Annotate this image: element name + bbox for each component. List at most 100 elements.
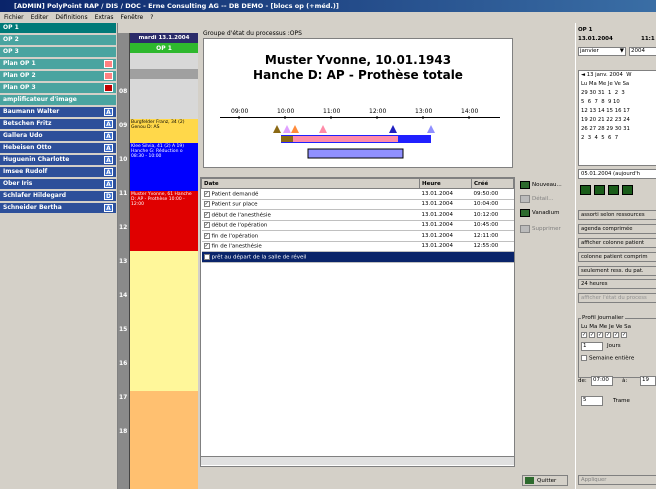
day-column[interactable]: OP 1 Burgfelder Franz, 34 (2) Genou D: AS… (130, 43, 198, 489)
prep-bar[interactable] (281, 136, 293, 142)
table-row[interactable]: ✓ début de l'anesthésie 13.01.2004 10:12:00 (201, 209, 514, 221)
resource-item[interactable]: Schneider Bertha A (0, 203, 116, 213)
day-checkbox[interactable]: ✓ (605, 332, 611, 338)
resource-item[interactable]: OP 3 (0, 47, 116, 57)
event-marker[interactable] (389, 125, 397, 133)
day-checkbox[interactable]: ✓ (621, 332, 627, 338)
menu-item-3[interactable]: Extras (95, 14, 114, 21)
option-button[interactable]: afficher colonne patient (578, 238, 656, 248)
cell-date (419, 251, 472, 263)
apply-button[interactable]: Appliquer (578, 475, 656, 485)
appointment-block[interactable]: Klee Silvia, 41 (2) A 19) Hanche G: Rédu… (130, 143, 198, 191)
view-toggle-icon[interactable] (622, 185, 633, 195)
resource-item[interactable]: Plan OP 2 (0, 71, 116, 81)
from-time-field[interactable]: 07:00 (591, 376, 613, 386)
event-marker[interactable] (273, 125, 281, 133)
option-button[interactable]: colonne patient comprim (578, 252, 656, 262)
option-button[interactable]: seulement ress. du pat. (578, 266, 656, 276)
day-checkbox[interactable]: ✓ (597, 332, 603, 338)
day-checkbox[interactable]: ✓ (581, 332, 587, 338)
calendar-week[interactable]: 29 30 31 1 2 3 (581, 89, 656, 98)
detail-button[interactable]: Détail... (520, 194, 568, 205)
resource-item[interactable]: Plan OP 3 (0, 83, 116, 93)
week-checkbox[interactable]: Semaine entière (581, 355, 634, 362)
menu-item-0[interactable]: Fichier (4, 14, 24, 21)
checkbox-icon[interactable]: ✓ (203, 211, 210, 218)
checkbox-icon[interactable]: ✓ (203, 243, 210, 249)
group-label: Groupe d'état du processus :OPS (203, 30, 302, 37)
appointment-block[interactable]: Muster Yvonne, 61 Hanche D: AP - Prothès… (130, 191, 198, 251)
option-button[interactable]: 24 heures (578, 279, 656, 289)
table-row[interactable]: ✓ Patient sur place 13.01.2004 10:04:00 (201, 199, 514, 210)
horizontal-scrollbar[interactable] (201, 456, 514, 465)
resource-item[interactable]: Betschen Fritz A (0, 119, 116, 129)
trame-stepper[interactable]: 5 (581, 396, 603, 406)
resource-item[interactable]: Gallera Udo A (0, 131, 116, 141)
menu-item-2[interactable]: Définitions (55, 14, 87, 21)
appointment-block[interactable]: Burgfelder Franz, 34 (2) Genou D: AS (130, 119, 198, 143)
resource-item[interactable]: OP 2 (0, 35, 116, 45)
month-calendar[interactable]: ◄ 13 janv. 2004 W Lu Ma Me Je Ve Sa 29 30 … (578, 70, 656, 166)
hour-label: 10 (119, 156, 128, 163)
option-button[interactable]: afficher l'état du process (578, 293, 656, 303)
year-field[interactable]: 2004 (629, 47, 656, 56)
delete-button[interactable]: Supprimer (520, 224, 568, 235)
view-toggle-icon[interactable] (608, 185, 619, 195)
resource-item[interactable]: Hebeisen Otto A (0, 143, 116, 153)
table-row[interactable]: ✓ début de l'opération 13.01.2004 10:45:00 (201, 220, 514, 231)
table-row[interactable]: ✓ fin de l'anesthésie 13.01.2004 12:55:00 (201, 241, 514, 252)
event-marker[interactable] (319, 125, 327, 133)
month-select[interactable]: janvier ▼ (578, 47, 626, 56)
calendar-header[interactable]: ◄ 13 janv. 2004 W (581, 71, 656, 80)
table-row[interactable]: prêt au départ de la salle de réveil (201, 251, 514, 263)
checkbox-icon[interactable]: ✓ (203, 222, 210, 228)
resource-item[interactable]: Plan OP 1 (0, 59, 116, 69)
event-marker[interactable] (427, 125, 435, 133)
event-marker[interactable] (283, 125, 291, 133)
resource-item[interactable]: amplificateur d'image (0, 95, 116, 105)
checkbox-icon[interactable]: ✓ (203, 232, 210, 239)
day-checkbox[interactable]: ✓ (613, 332, 619, 338)
checkbox-icon[interactable]: ✓ (203, 201, 210, 207)
operation-bar[interactable] (293, 136, 398, 142)
table-row[interactable]: ✓ Patient demandé 13.01.2004 09:50:00 (201, 188, 514, 200)
calendar-week[interactable]: 26 27 28 29 30 31 (581, 125, 656, 134)
calendar-week[interactable]: 5 6 7 8 9 10 (581, 98, 656, 107)
new-button[interactable]: Nouveau... (520, 180, 568, 191)
to-time-field[interactable]: 19 (640, 376, 656, 386)
day-checkbox[interactable]: ✓ (589, 332, 595, 338)
option-button[interactable]: agenda comprimée (578, 224, 656, 234)
tick-label: 10:00 (277, 108, 294, 115)
option-button[interactable]: assorti selon ressources (578, 210, 656, 220)
process-table[interactable]: Date Heure Créé ✓ Patient demandé 13.01.20… (200, 177, 515, 467)
checkbox-icon[interactable] (203, 253, 210, 260)
days-stepper[interactable]: 1 (581, 342, 603, 351)
view-toggle-icon[interactable] (594, 185, 605, 195)
resource-item[interactable]: Huguenin Charlotte A (0, 155, 116, 165)
checkbox-icon[interactable]: ✓ (203, 190, 210, 197)
resource-item[interactable]: Ober Iris A (0, 179, 116, 189)
menu-item-1[interactable]: Editer (31, 14, 49, 21)
resource-item[interactable]: Schlafer Hildegard D (0, 191, 116, 201)
calendar-week[interactable]: 2 3 4 5 6 7 (581, 134, 656, 143)
event-marker[interactable] (291, 125, 299, 133)
calendar-week[interactable]: 12 13 14 15 16 17 (581, 107, 656, 116)
planned-bar[interactable] (307, 148, 404, 159)
menu-item-5[interactable]: ? (150, 14, 153, 21)
col-created[interactable]: Créé (471, 178, 514, 189)
menu-item-4[interactable]: Fenêtre (121, 14, 144, 21)
calendar-week[interactable]: 19 20 21 22 23 24 (581, 116, 656, 125)
resource-item[interactable]: Baumann Walter A (0, 107, 116, 117)
vanadium-button[interactable]: Vanadium (520, 208, 568, 219)
hour-label: 16 (119, 360, 128, 367)
col-time[interactable]: Heure (419, 178, 472, 189)
resource-item[interactable]: OP 1 (0, 23, 116, 33)
view-toggle-icon[interactable] (580, 185, 591, 195)
resource-item[interactable]: Imsee Rudolf A (0, 167, 116, 177)
color-swatch (104, 84, 113, 92)
today-field[interactable]: 05.01.2004 (aujourd'h (578, 169, 656, 179)
col-date[interactable]: Date (201, 178, 420, 189)
resource-label: Plan OP 3 (3, 84, 36, 91)
table-row[interactable]: ✓ fin de l'opération 13.01.2004 12:11:00 (201, 230, 514, 242)
profile-day-checkboxes[interactable]: ✓ ✓ ✓ ✓ ✓ ✓ (581, 332, 629, 339)
